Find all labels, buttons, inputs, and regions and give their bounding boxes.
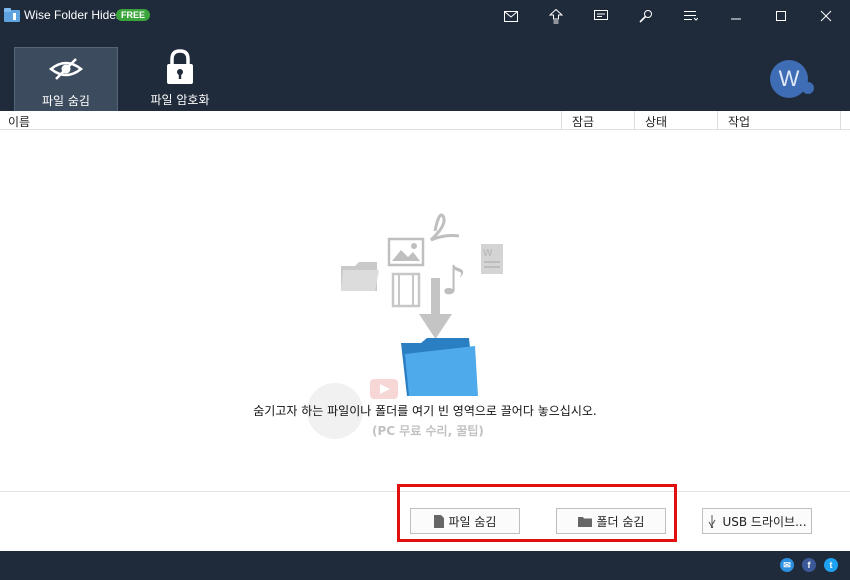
watermark-text: (PC 무료 수리, 꿀팁) [372, 424, 484, 438]
pdf-icon [429, 213, 460, 242]
footer: ✉ f t [0, 551, 850, 580]
column-action[interactable]: 작업 [728, 113, 750, 130]
menu-icon [684, 11, 698, 21]
word-document-icon: W [481, 244, 503, 274]
close-icon [820, 10, 832, 22]
usb-drive-label: USB 드라이브... [722, 514, 807, 529]
hide-folder-label: 폴더 숨김 [596, 514, 645, 529]
close-button[interactable] [815, 6, 837, 26]
file-list-panel[interactable]: 이름 잠금 상태 작업 W ♪ (PC 무료 수리, 꿀팁) 숨기고자 하는 파… [0, 111, 850, 551]
column-divider[interactable] [634, 111, 635, 130]
app-icon [4, 8, 20, 22]
column-name[interactable]: 이름 [8, 113, 30, 130]
image-icon [387, 237, 425, 267]
title-bar: Wise Folder Hider FREE [0, 0, 850, 32]
tab-encrypt-file-label: 파일 암호화 [150, 93, 210, 107]
column-status[interactable]: 상태 [645, 113, 667, 130]
svg-text:♪: ♪ [441, 258, 467, 304]
lock-icon [167, 49, 193, 84]
usb-drive-button[interactable]: USB 드라이브... [702, 508, 812, 534]
hidden-eye-icon [48, 58, 84, 80]
hide-file-label: 파일 숨김 [448, 514, 497, 529]
twitter-icon[interactable]: t [824, 558, 838, 572]
hide-folder-button[interactable]: 폴더 숨김 [556, 508, 666, 534]
drop-hint-text: 숨기고자 하는 파일이나 폴더를 여기 빈 영역으로 끌어다 놓으십시오. [253, 404, 597, 418]
free-badge: FREE [116, 9, 151, 21]
toolbar: 파일 숨김 파일 암호화 W [0, 32, 850, 111]
facebook-icon[interactable]: f [802, 558, 816, 572]
column-header: 이름 잠금 상태 작업 [0, 111, 850, 130]
upgrade-icon [549, 8, 563, 23]
feedback-icon [594, 10, 608, 20]
settings-icon [639, 10, 652, 23]
minimize-icon [731, 18, 741, 20]
menu-button[interactable] [680, 6, 702, 26]
video-film-icon [391, 272, 421, 308]
mail-icon [504, 10, 518, 22]
tab-hide-file-label: 파일 숨김 [42, 94, 90, 108]
folder-outline-icon [341, 262, 379, 291]
maximize-button[interactable] [770, 6, 792, 26]
hide-file-button[interactable]: 파일 숨김 [410, 508, 520, 534]
wise-logo: W [770, 60, 808, 98]
email-icon[interactable]: ✉ [780, 558, 794, 572]
upgrade-button[interactable] [545, 6, 567, 26]
column-divider[interactable] [717, 111, 718, 130]
tab-encrypt-file[interactable]: 파일 암호화 [128, 47, 232, 111]
tab-hide-file[interactable]: 파일 숨김 [14, 47, 118, 111]
music-note-icon: ♪ [441, 258, 467, 304]
settings-button[interactable] [635, 6, 657, 26]
maximize-icon [776, 11, 786, 21]
folder-icon [577, 516, 592, 527]
mail-button[interactable] [500, 6, 522, 26]
svg-text:W: W [483, 248, 493, 259]
column-lock[interactable]: 잠금 [572, 113, 594, 130]
app-title: Wise Folder Hider [24, 8, 121, 22]
minimize-button[interactable] [725, 6, 747, 26]
feedback-button[interactable] [590, 6, 612, 26]
column-divider[interactable] [840, 111, 841, 130]
usb-icon [709, 514, 716, 528]
column-divider[interactable] [561, 111, 562, 130]
file-icon [433, 514, 444, 528]
